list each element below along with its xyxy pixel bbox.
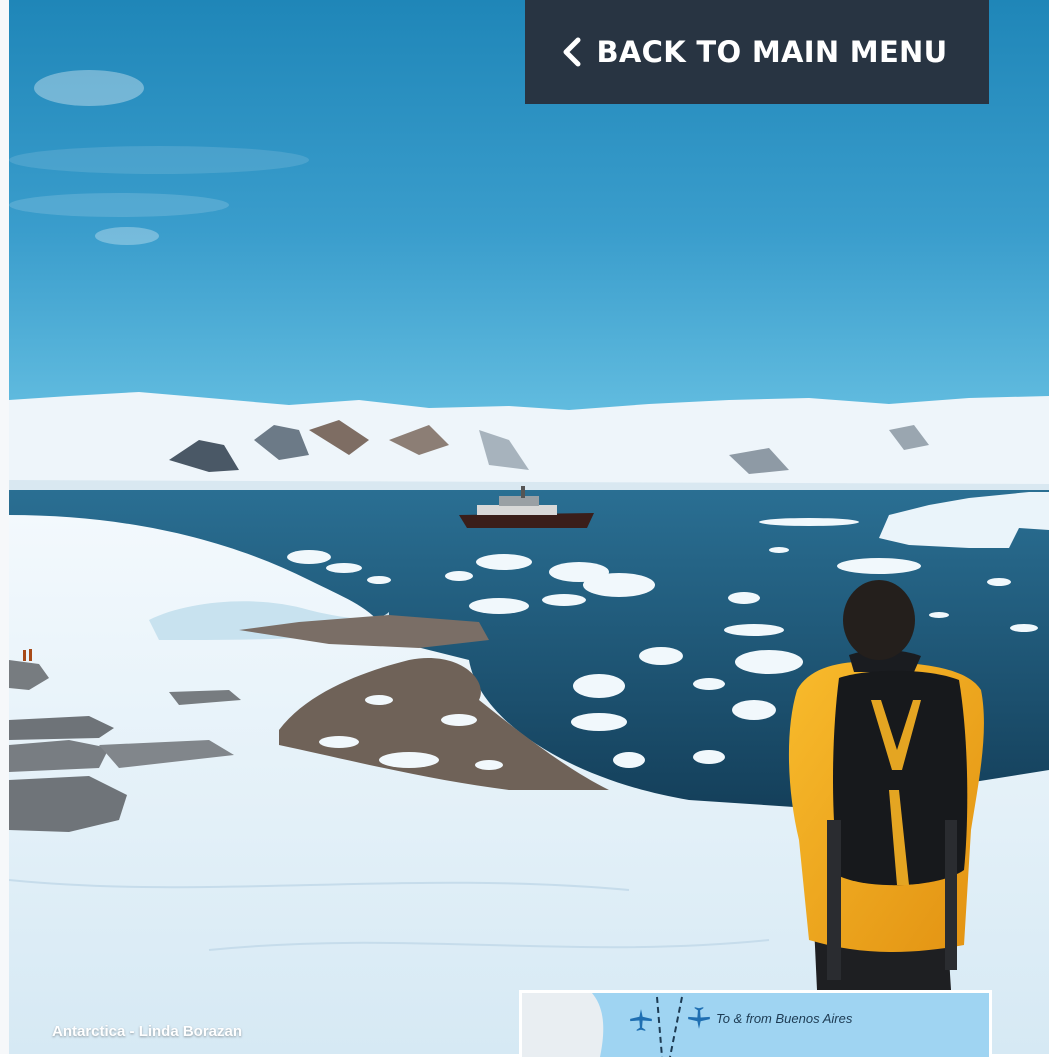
hero-photo xyxy=(9,0,1049,1054)
route-label: To & from Buenos Aires xyxy=(716,1011,853,1026)
back-button-label: BACK TO MAIN MENU xyxy=(596,35,948,69)
plane-icon xyxy=(630,1009,652,1031)
chevron-left-icon xyxy=(563,37,580,67)
route-map-inset: To & from Buenos Aires xyxy=(519,990,992,1060)
plane-icon xyxy=(688,1007,710,1029)
photo-caption: Antarctica - Linda Borazan xyxy=(52,1023,243,1040)
map-sea: To & from Buenos Aires xyxy=(522,993,989,1057)
back-to-main-menu-button[interactable]: BACK TO MAIN MENU xyxy=(525,0,989,104)
